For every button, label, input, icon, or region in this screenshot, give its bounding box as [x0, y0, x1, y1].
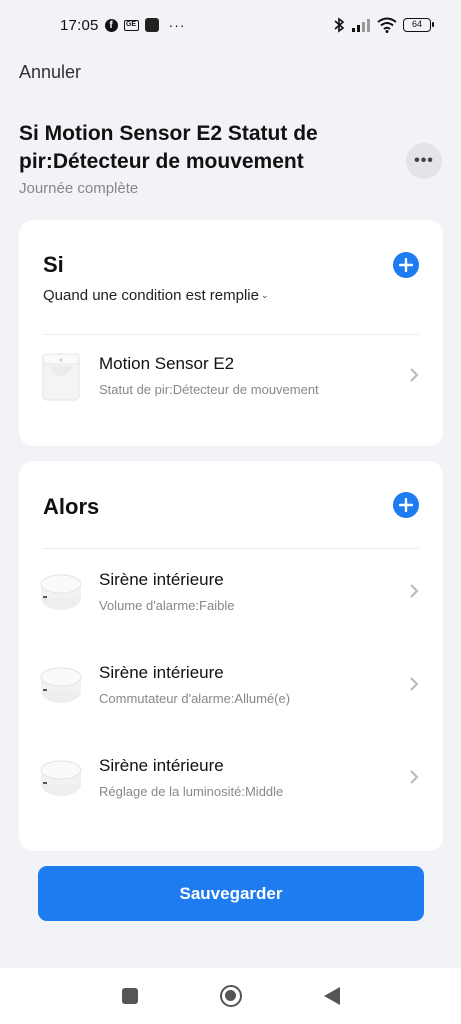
action-subtitle: Volume d'alarme:Faible — [99, 598, 235, 613]
action-title: Sirène intérieure — [99, 570, 224, 589]
chevron-right-icon — [410, 677, 419, 691]
home-icon[interactable] — [219, 985, 242, 1007]
page-title: Si Motion Sensor E2 Statut de pir:Détect… — [19, 122, 318, 173]
schedule-subtitle[interactable]: Journée complète — [19, 180, 138, 197]
condition-row[interactable]: Motion Sensor E2 Statut de pir:Détecteur… — [19, 342, 443, 412]
if-card: Si Quand une condition est remplie ⌄ Moti… — [19, 220, 443, 446]
condition-mode-dropdown[interactable]: Quand une condition est remplie ⌄ — [43, 287, 269, 304]
system-nav-bar — [0, 968, 461, 1024]
bluetooth-icon — [334, 17, 345, 33]
action-row[interactable]: Sirène intérieure Réglage de la luminosi… — [19, 744, 443, 814]
condition-subtitle: Statut de pir:Détecteur de mouvement — [99, 382, 319, 397]
more-icon: ••• — [414, 152, 434, 169]
app-notification-icon — [144, 18, 159, 32]
chevron-down-icon: ⌄ — [260, 290, 269, 300]
then-heading: Alors — [43, 494, 100, 519]
siren-icon — [40, 667, 82, 703]
action-subtitle: Réglage de la luminosité:Middle — [99, 784, 284, 799]
status-time: 17:05 — [60, 16, 99, 34]
then-card: Alors Sirène intérieure Volume d'alarme:… — [19, 461, 443, 851]
more-options-button[interactable]: ••• — [406, 143, 442, 179]
add-action-button[interactable] — [393, 492, 419, 518]
motion-sensor-icon — [42, 353, 80, 401]
action-subtitle: Commutateur d'alarme:Allumé(e) — [99, 691, 291, 706]
condition-mode-label: Quand une condition est remplie — [43, 287, 259, 304]
notification-app-icon: GE — [123, 19, 139, 31]
more-notifications-icon: ··· — [168, 17, 186, 33]
back-icon[interactable] — [323, 987, 340, 1005]
chevron-right-icon — [410, 368, 419, 382]
chevron-right-icon — [410, 584, 419, 598]
add-condition-button[interactable] — [393, 252, 419, 278]
plus-icon — [399, 258, 413, 272]
status-bar: 17:05 f GE ··· 64 — [0, 0, 461, 50]
action-row[interactable]: Sirène intérieure Volume d'alarme:Faible — [19, 558, 443, 628]
chevron-right-icon — [410, 770, 419, 784]
plus-icon — [399, 498, 413, 512]
recent-apps-icon[interactable] — [121, 988, 138, 1004]
cancel-button[interactable]: Annuler — [19, 62, 81, 83]
action-row[interactable]: Sirène intérieure Commutateur d'alarme:A… — [19, 651, 443, 721]
divider — [43, 548, 419, 549]
save-button[interactable]: Sauvegarder — [38, 866, 424, 921]
action-title: Sirène intérieure — [99, 756, 224, 775]
action-title: Sirène intérieure — [99, 663, 224, 682]
if-heading: Si — [43, 252, 64, 277]
battery-icon: 64 — [403, 18, 434, 32]
wifi-icon — [377, 17, 397, 33]
facebook-icon: f — [104, 18, 118, 32]
siren-icon — [40, 574, 82, 610]
condition-title: Motion Sensor E2 — [99, 354, 235, 373]
divider — [43, 334, 419, 335]
signal-icon — [352, 19, 370, 32]
siren-icon — [40, 760, 82, 796]
